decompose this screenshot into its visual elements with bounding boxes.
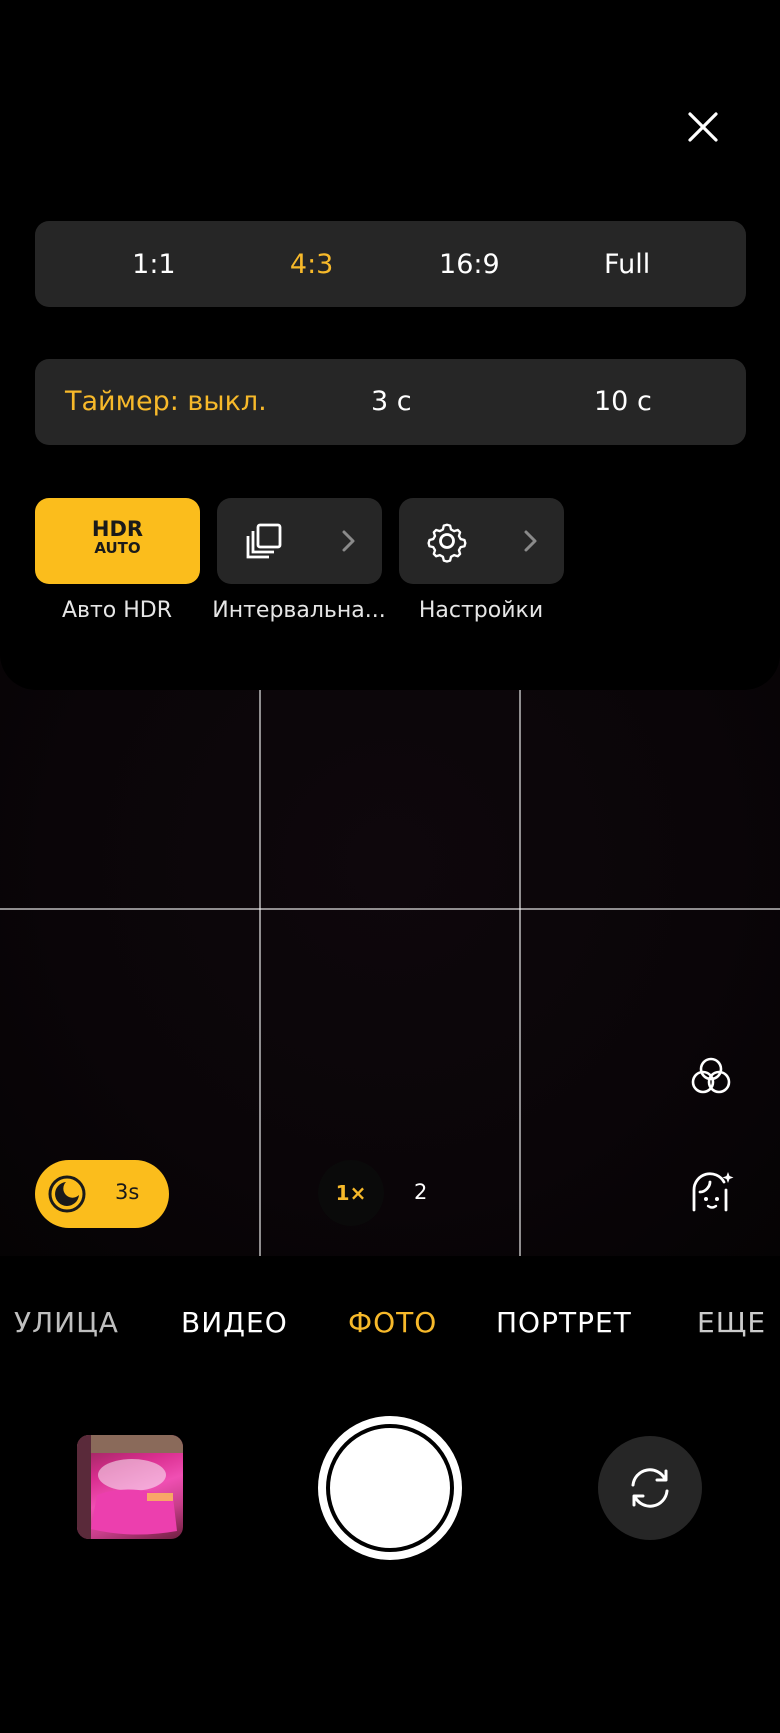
gallery-thumbnail[interactable] xyxy=(77,1435,183,1539)
chevron-right-icon xyxy=(342,530,355,552)
night-mode-duration: 3s xyxy=(115,1180,140,1204)
aspect-ratio-selector: 1:1 4:3 16:9 Full xyxy=(35,221,746,307)
timer-option-3s[interactable]: 3 с xyxy=(371,386,412,417)
ratio-option-16-9[interactable]: 16:9 xyxy=(409,249,529,280)
mode-more[interactable]: ЕЩЕ xyxy=(697,1306,766,1339)
camera-viewfinder[interactable] xyxy=(0,600,780,1256)
chevron-right-icon xyxy=(524,530,537,552)
hdr-icon-subtext: AUTO xyxy=(94,539,141,557)
close-icon xyxy=(688,112,718,142)
timer-selector: Таймер: выкл. 3 с 10 с xyxy=(35,359,746,445)
gear-icon xyxy=(427,523,467,563)
shutter-button[interactable] xyxy=(318,1416,462,1560)
mode-portrait[interactable]: ПОРТРЕТ xyxy=(496,1306,632,1339)
moon-icon xyxy=(48,1175,86,1213)
ratio-option-4-3[interactable]: 4:3 xyxy=(252,249,372,280)
mode-photo[interactable]: ФОТО xyxy=(348,1306,437,1339)
flip-camera-icon xyxy=(631,1468,669,1508)
zoom-1x-button[interactable]: 1× xyxy=(318,1160,384,1226)
last-photo-preview xyxy=(77,1435,183,1539)
mode-street[interactable]: УЛИЦА xyxy=(14,1306,119,1339)
interval-shooting-button[interactable] xyxy=(217,498,382,584)
shutter-inner-ring xyxy=(326,1424,454,1552)
settings-button[interactable] xyxy=(399,498,564,584)
quick-settings-panel: 1:1 4:3 16:9 Full Таймер: выкл. 3 с 10 с… xyxy=(0,0,780,690)
beauty-icon xyxy=(692,1172,734,1212)
hdr-label: Авто HDR xyxy=(61,598,173,623)
beauty-mode-button[interactable] xyxy=(686,1168,736,1218)
grid-line-vertical-1 xyxy=(259,690,261,1256)
night-mode-button[interactable]: 3s xyxy=(35,1160,169,1228)
mode-video[interactable]: ВИДЕО xyxy=(181,1306,288,1339)
zoom-2x-button[interactable]: 2 xyxy=(414,1180,427,1204)
camera-mode-selector: УЛИЦА ВИДЕО ФОТО ПОРТРЕТ ЕЩЕ xyxy=(0,1300,780,1350)
timer-option-off[interactable]: Таймер: выкл. xyxy=(65,386,267,417)
hdr-toggle-button[interactable]: HDR AUTO xyxy=(35,498,200,584)
timer-option-10s[interactable]: 10 с xyxy=(594,386,652,417)
hdr-auto-icon: HDR AUTO xyxy=(35,517,200,558)
filters-button[interactable] xyxy=(686,1052,736,1102)
ratio-option-full[interactable]: Full xyxy=(567,249,687,280)
interval-label: Интервальна... xyxy=(212,598,386,623)
burst-icon xyxy=(246,523,282,559)
filters-icon xyxy=(691,1057,731,1094)
grid-line-vertical-2 xyxy=(519,690,521,1256)
grid-line-horizontal xyxy=(0,908,780,910)
flip-camera-button[interactable] xyxy=(598,1436,702,1540)
hdr-icon-text: HDR xyxy=(91,517,144,541)
ratio-option-1-1[interactable]: 1:1 xyxy=(94,249,214,280)
settings-label: Настройки xyxy=(418,598,544,623)
close-button[interactable] xyxy=(680,104,726,150)
